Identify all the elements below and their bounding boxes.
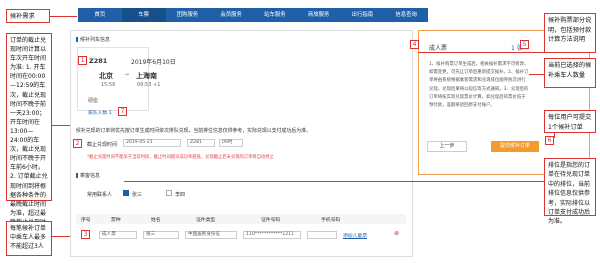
rank-label: 排队人数 1 [88, 111, 112, 116]
arr-time: 09:53 +1 [137, 82, 161, 88]
anno-count: 当前已选择的候补乘车人数量 [544, 58, 596, 88]
anno-passenger-limit: 每笔候补订单中乘车人最多不能超过3人 [6, 221, 52, 256]
from-station: 北京 [99, 72, 113, 80]
anno-one-order: 每位用户可提交1个候补订单 [544, 110, 596, 133]
th-id-no: 证件号码 [261, 218, 281, 223]
passenger-section-title: 乘客信息 [76, 172, 100, 179]
train-number: Z281 [89, 57, 108, 65]
tag-6: 6 [545, 136, 554, 145]
nav-info[interactable]: 信息查询 [384, 8, 428, 22]
remove-row-icon[interactable]: ⊗ [394, 230, 399, 237]
th-type: 票种 [111, 218, 121, 223]
arrow-icon: → [124, 71, 130, 78]
dep-time: 15:56 [101, 82, 116, 88]
tag-5: 5 [520, 40, 529, 49]
anno-deadline: 订单的截止兑现时间计算以车次开车时间为准: 1. 开车时间在00:00—12:5… [6, 33, 52, 244]
main-panel: 候补列车信息 1 Z281 2019年6月10日 北京 → 上海南 15:56 … [70, 30, 413, 257]
table-header-row [76, 214, 406, 224]
th-phone: 手机号码 [321, 218, 341, 223]
ticket-type-select[interactable]: 成人票 [99, 231, 137, 239]
common-contacts-label: 常用联系人 [87, 192, 113, 198]
deadline-label: 截止兑现时间 [87, 142, 118, 148]
name-input[interactable]: 张三 [143, 231, 179, 239]
passenger-lisi-checkbox[interactable] [166, 190, 172, 196]
deadline-date-input[interactable]: 2019-05-21 [123, 139, 181, 147]
anno-top: 候补需求 [6, 9, 50, 23]
nav-group[interactable]: 团购服务 [166, 8, 210, 22]
tag-4: 4 [410, 40, 419, 49]
deadline-time-select[interactable]: 09时 [219, 139, 243, 147]
seat-type: 硬座 [88, 98, 99, 104]
ticket-section-title: 候补列车信息 [76, 36, 110, 43]
passenger-zhangsan: 张三 [132, 192, 143, 198]
anno-deadline-line [52, 125, 72, 126]
order-tip: 1、候补购票订单生成后，相关候补需求不可修改，如需变更，可先让订单后重新提交候补… [429, 62, 529, 109]
anno-notes-line [418, 52, 544, 53]
th-id-type: 证件类型 [196, 218, 216, 223]
anno-rank: 排位是指您的订单在待兑现订单中的排位，当前排位信息仅供参考，实际排位以订单支付成… [544, 158, 596, 225]
order-ticket-type: 成人票 [429, 45, 448, 52]
nav-home[interactable]: 首页 [78, 8, 122, 22]
anno-notes: 候补购票部分说明，包括预付款计算方法说明 [544, 13, 596, 53]
id-type-select[interactable]: 中国居民身份证 [185, 231, 237, 239]
tag-3: 3 [81, 230, 90, 239]
tag-7: 7 [118, 107, 127, 116]
deadline-train-select[interactable]: Z281 [187, 139, 215, 147]
submit-order-button[interactable]: 提交候补订单 [491, 141, 539, 152]
prev-step-button[interactable]: 上一步 [427, 141, 467, 152]
th-index: 序号 [81, 218, 91, 223]
nav-station[interactable]: 站车服务 [253, 8, 297, 22]
anno-top-line [50, 16, 77, 17]
passenger-zhangsan-checkbox[interactable] [123, 190, 129, 196]
nav-tickets[interactable]: 车票 [121, 8, 166, 22]
tag-1: 1 [78, 56, 87, 65]
add-child-ticket-link[interactable]: 添加儿童票 [343, 232, 367, 239]
th-name: 姓名 [151, 218, 161, 223]
id-number-input[interactable]: 110************1211 [243, 231, 301, 239]
anno-one-order-line [554, 133, 555, 138]
top-nav: 首页 车票 团购服务 会员服务 站车服务 商旅服务 出行指南 信息查询 [78, 8, 428, 22]
deadline-note: *截止兑现时间不能早于当前时间，截止时间越早成功率越低，兑现截止后未兑现的订单将… [87, 155, 274, 160]
anno-count-line [529, 74, 544, 75]
nav-business[interactable]: 商旅服务 [297, 8, 341, 22]
nav-member[interactable]: 会员服务 [209, 8, 253, 22]
to-station: 上海南 [136, 72, 157, 80]
nav-guide[interactable]: 出行指南 [341, 8, 385, 22]
tag-2: 2 [73, 139, 82, 148]
queue-notice: 候补兑现的订单将优先按订单生成时间依次排队兑现，当前排位信息仅供参考，实际兑现以… [76, 128, 311, 134]
passenger-lisi: 李四 [175, 192, 186, 198]
travel-date: 2019年6月10日 [131, 59, 176, 66]
phone-input[interactable] [307, 231, 337, 239]
anno-rank-line [124, 181, 544, 182]
